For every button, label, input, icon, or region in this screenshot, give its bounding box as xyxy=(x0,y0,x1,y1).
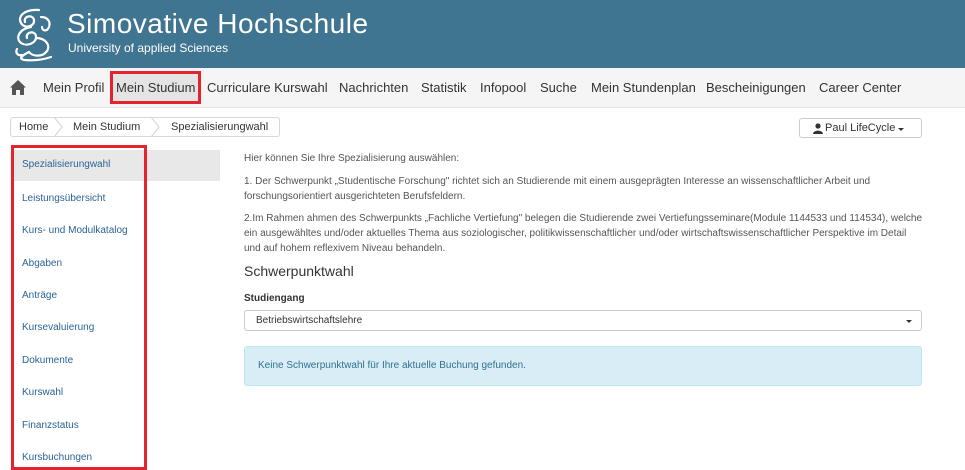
studiengang-select[interactable]: Betriebswirtschaftslehre xyxy=(244,310,922,331)
nav-item-mein-profil[interactable]: Mein Profil xyxy=(43,80,104,95)
breadcrumb-separator-icon xyxy=(150,117,160,137)
nav-item-nachrichten[interactable]: Nachrichten xyxy=(339,80,408,95)
nav-item-suche[interactable]: Suche xyxy=(540,80,577,95)
info-alert: Keine Schwerpunktwahl für Ihre aktuelle … xyxy=(244,346,922,386)
breadcrumb-home[interactable]: Home xyxy=(19,121,48,133)
site-title[interactable]: Simovative Hochschule xyxy=(67,8,369,40)
breadcrumb: Home Mein Studium Spezialisierungwahl xyxy=(10,117,280,137)
description-point-2: 2.Im Rahmen ahmen des Schwerpunkts „Fach… xyxy=(244,213,923,254)
sidebar-item-kursevaluierung[interactable]: Kursevaluierung xyxy=(22,322,94,333)
site-header: Simovative Hochschule University of appl… xyxy=(0,0,965,68)
site-subtitle: University of applied Sciences xyxy=(68,41,229,55)
sidebar-item-leistungsuebersicht[interactable]: Leistungsübersicht xyxy=(22,193,105,204)
sidebar-item-spezialisierungwahl[interactable]: Spezialisierungwahl xyxy=(22,159,110,170)
nav-item-career-center[interactable]: Career Center xyxy=(819,80,901,95)
nav-item-bescheinigungen[interactable]: Bescheinigungen xyxy=(706,80,806,95)
description-point-1: 1. Der Schwerpunkt „Studentische Forschu… xyxy=(244,176,871,202)
sidebar-item-antraege[interactable]: Anträge xyxy=(22,290,57,301)
university-logo-icon[interactable] xyxy=(9,5,59,63)
nav-item-curriculare-kurswahl[interactable]: Curriculare Kurswahl xyxy=(207,80,328,95)
studiengang-label: Studiengang xyxy=(244,293,305,304)
studiengang-selected-value: Betriebswirtschaftslehre xyxy=(256,315,363,326)
breadcrumb-current: Spezialisierungwahl xyxy=(171,121,269,133)
breadcrumb-separator-icon xyxy=(53,117,63,137)
nav-item-mein-studium[interactable]: Mein Studium xyxy=(116,80,195,95)
sidebar-item-kurswahl[interactable]: Kurswahl xyxy=(22,387,63,398)
sidebar-item-finanzstatus[interactable]: Finanzstatus xyxy=(22,420,79,431)
home-icon[interactable] xyxy=(9,79,27,96)
chevron-down-icon xyxy=(898,128,904,131)
sidebar-item-dokumente[interactable]: Dokumente xyxy=(22,355,73,366)
section-title: Schwerpunktwahl xyxy=(244,263,354,279)
breadcrumb-mein-studium[interactable]: Mein Studium xyxy=(73,121,140,133)
sidebar-item-abgaben[interactable]: Abgaben xyxy=(22,258,62,269)
nav-item-infopool[interactable]: Infopool xyxy=(480,80,526,95)
main-navbar: Mein Profil Mein Studium Curriculare Kur… xyxy=(0,68,965,108)
user-icon xyxy=(813,123,823,134)
sidebar-item-kursbuchungen[interactable]: Kursbuchungen xyxy=(22,452,92,463)
intro-text: Hier können Sie Ihre Spezialisierung aus… xyxy=(244,153,460,164)
chevron-down-icon xyxy=(906,320,912,323)
user-name: Paul LifeCycle xyxy=(825,122,896,134)
sidebar-item-kurs-und-modulkatalog[interactable]: Kurs- und Modulkatalog xyxy=(22,225,128,236)
nav-item-mein-stundenplan[interactable]: Mein Stundenplan xyxy=(591,80,696,95)
nav-item-statistik[interactable]: Statistik xyxy=(421,80,467,95)
info-alert-text: Keine Schwerpunktwahl für Ihre aktuelle … xyxy=(258,360,526,371)
user-menu-button[interactable]: Paul LifeCycle xyxy=(799,118,922,138)
